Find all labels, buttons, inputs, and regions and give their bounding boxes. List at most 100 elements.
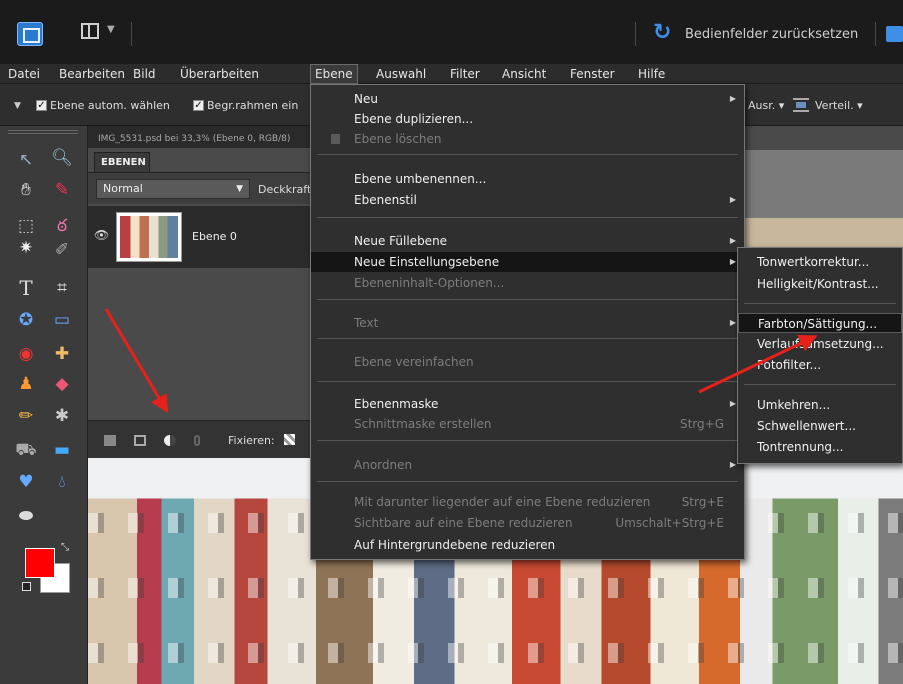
- layout-icon[interactable]: [81, 23, 99, 39]
- menu-ansicht[interactable]: Ansicht: [498, 64, 550, 84]
- menu-bearbeiten[interactable]: Bearbeiten: [55, 64, 129, 84]
- menu-ebene[interactable]: Ebene: [310, 64, 358, 84]
- move-tool-icon[interactable]: ↖: [14, 148, 38, 172]
- submenu-item-tonwertkorrektur[interactable]: Tonwertkorrektur...: [738, 252, 902, 272]
- swap-colors-icon[interactable]: ⤡: [61, 542, 69, 553]
- type-tool-icon[interactable]: T: [14, 276, 38, 300]
- menu-shortcut: Umschalt+Strg+E: [615, 516, 724, 530]
- title-bar: ▼ ↻ Bedienfelder zurücksetzen: [0, 0, 903, 64]
- menu-item-ebene-vereinfachen[interactable]: Ebene vereinfachen: [311, 352, 744, 372]
- menu-filter[interactable]: Filter: [446, 64, 484, 84]
- align-dropdown[interactable]: Ausr. ▾: [748, 99, 784, 112]
- menu-item-sichtbare-reduzieren[interactable]: Sichtbare auf eine Ebene reduzieren Umsch…: [311, 513, 744, 533]
- healing-brush-tool-icon[interactable]: ✚: [50, 342, 74, 366]
- toolbox-grip[interactable]: [8, 130, 78, 134]
- submenu-item-tontrennung[interactable]: Tontrennung...: [738, 437, 902, 457]
- menu-item-ebene-loeschen[interactable]: Ebene löschen: [311, 129, 744, 149]
- layers-panel: EBENEN Normal ▼ Deckkraft 👁︎ Ebene 0 Fix…: [88, 148, 311, 458]
- menu-item-anordnen[interactable]: Anordnen ▶: [311, 455, 744, 475]
- menu-bild[interactable]: Bild: [129, 64, 160, 84]
- chevron-down-icon[interactable]: ▼: [107, 24, 115, 35]
- straighten-tool-icon[interactable]: ▭: [50, 308, 74, 332]
- menu-datei[interactable]: Datei: [4, 64, 44, 84]
- submenu-item-fotofilter[interactable]: Fotofilter...: [738, 355, 902, 375]
- auto-select-checkbox[interactable]: ✓: [36, 100, 47, 111]
- menu-hilfe[interactable]: Hilfe: [634, 64, 669, 84]
- tab-ebenen[interactable]: EBENEN: [94, 152, 150, 172]
- distribute-dropdown[interactable]: Verteil. ▾: [815, 99, 863, 112]
- red-eye-tool-icon[interactable]: ◉: [14, 342, 38, 366]
- document-tab[interactable]: IMG_5531.psd bei 33,3% (Ebene 0, RGB/8): [98, 134, 310, 144]
- default-colors-icon[interactable]: [22, 582, 31, 591]
- bounding-box-checkbox[interactable]: ✓: [193, 100, 204, 111]
- submenu-item-label: Fotofilter...: [757, 358, 822, 372]
- photo-window-row: [88, 578, 903, 598]
- menu-fenster[interactable]: Fenster: [566, 64, 619, 84]
- marquee-tool-icon[interactable]: ⬚: [14, 214, 38, 238]
- hand-tool-icon[interactable]: ✋︎: [14, 178, 38, 202]
- menu-item-ebene-duplizieren[interactable]: Ebene duplizieren...: [311, 109, 744, 129]
- blend-mode-value: Normal: [103, 182, 143, 195]
- divider: [131, 22, 132, 46]
- sponge-tool-icon[interactable]: ⬬: [14, 504, 38, 528]
- link-icon[interactable]: [194, 435, 200, 446]
- crop-tool-icon[interactable]: ⌗: [50, 276, 74, 300]
- brush-tool-icon[interactable]: ✏: [14, 404, 38, 428]
- menu-item-mit-darunter-reduzieren[interactable]: Mit darunter liegender auf eine Ebene re…: [311, 492, 744, 512]
- canvas-area: [745, 150, 903, 218]
- magic-wand-tool-icon[interactable]: ✷: [14, 236, 38, 260]
- menu-item-neue-einstellungsebene[interactable]: Neue Einstellungsebene ▶: [311, 252, 744, 272]
- quick-selection-tool-icon[interactable]: ✐: [50, 238, 74, 262]
- bounding-box-label: Begr.rahmen ein: [207, 99, 299, 112]
- menu-item-ebenenstil[interactable]: Ebenenstil ▶: [311, 190, 744, 210]
- blur-tool-icon[interactable]: 💧︎: [50, 470, 74, 494]
- divider: [635, 22, 636, 46]
- eraser-tool-icon[interactable]: ◆: [50, 372, 74, 396]
- menu-item-neu[interactable]: Neu ▶: [311, 89, 744, 109]
- menu-item-label: Text: [354, 316, 379, 330]
- cookie-cutter-tool-icon[interactable]: ✪: [14, 308, 38, 332]
- paint-bucket-tool-icon[interactable]: ⛟: [14, 438, 38, 462]
- menu-item-schnittmaske-erstellen[interactable]: Schnittmaske erstellen Strg+G: [311, 414, 744, 434]
- layer-row[interactable]: 👁︎ Ebene 0: [88, 206, 310, 268]
- layer-mask-icon[interactable]: [134, 435, 146, 446]
- smart-brush-tool-icon[interactable]: ✱: [50, 404, 74, 428]
- distribute-icon[interactable]: [793, 98, 809, 112]
- submenu-item-umkehren[interactable]: Umkehren...: [738, 395, 902, 415]
- menu-item-neue-fuellebene[interactable]: Neue Füllebene ▶: [311, 231, 744, 251]
- lock-transparency-icon[interactable]: [284, 434, 295, 445]
- menu-separator: [317, 217, 738, 218]
- zoom-tool-icon[interactable]: 🔍︎: [50, 146, 74, 170]
- menu-ueberarbeiten[interactable]: Überarbeiten: [176, 64, 263, 84]
- submenu-item-farbton-saettigung[interactable]: Farbton/Sättigung...: [738, 313, 902, 333]
- menu-item-ebene-umbenennen[interactable]: Ebene umbenennen...: [311, 169, 744, 189]
- submenu-arrow-icon: ▶: [729, 236, 736, 245]
- eye-icon[interactable]: 👁︎: [94, 228, 109, 242]
- menu-item-auf-hintergrundebene-reduzieren[interactable]: Auf Hintergrundebene reduzieren: [311, 535, 744, 555]
- foreground-color-swatch[interactable]: [25, 548, 55, 578]
- eyedropper-tool-icon[interactable]: ✎: [50, 178, 74, 202]
- layer-name[interactable]: Ebene 0: [192, 230, 237, 243]
- gradient-tool-icon[interactable]: ▬: [50, 438, 74, 462]
- submenu-item-helligkeit-kontrast[interactable]: Helligkeit/Kontrast...: [738, 274, 902, 294]
- new-layer-icon[interactable]: [104, 435, 116, 446]
- submenu-item-schwellenwert[interactable]: Schwellenwert...: [738, 416, 902, 436]
- clone-stamp-tool-icon[interactable]: ♟: [14, 372, 38, 396]
- adjustment-layer-icon[interactable]: [164, 435, 176, 446]
- menu-auswahl[interactable]: Auswahl: [372, 64, 430, 84]
- undo-icon[interactable]: [886, 26, 903, 42]
- lasso-tool-icon[interactable]: ఠ: [50, 214, 74, 238]
- reset-panels-button[interactable]: Bedienfelder zurücksetzen: [685, 27, 858, 42]
- shape-tool-icon[interactable]: ♥: [14, 470, 38, 494]
- layer-thumbnail: [116, 212, 182, 262]
- menu-item-text[interactable]: Text ▶: [311, 313, 744, 333]
- submenu-item-verlaufsumsetzung[interactable]: Verlaufsumsetzung...: [738, 334, 902, 354]
- app-logo-icon[interactable]: [17, 22, 43, 46]
- reset-icon[interactable]: ↻: [653, 22, 671, 44]
- menu-item-ebenenmaske[interactable]: Ebenenmaske ▶: [311, 394, 744, 414]
- menu-item-ebeneninhalt-optionen[interactable]: Ebeneninhalt-Optionen...: [311, 273, 744, 293]
- divider: [875, 22, 876, 46]
- chevron-down-icon[interactable]: ▼: [14, 101, 21, 111]
- menu-item-label: Neue Füllebene: [354, 234, 448, 248]
- blend-mode-select[interactable]: Normal ▼: [96, 179, 250, 199]
